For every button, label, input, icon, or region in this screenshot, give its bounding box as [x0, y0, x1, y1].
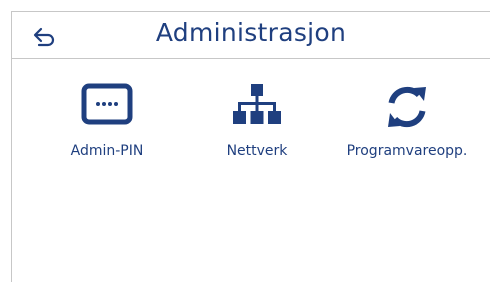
page-title: Administrasjon — [155, 18, 347, 47]
tile-network[interactable]: Nettverk — [182, 82, 332, 182]
tile-label: Nettverk — [226, 143, 288, 159]
tile-label: Admin-PIN — [70, 143, 144, 159]
sync-icon — [388, 86, 426, 128]
header-bar: Administrasjon — [12, 12, 490, 59]
tile-software-update[interactable]: Programvareopp. — [332, 82, 482, 182]
network-icon — [233, 84, 281, 124]
admin-screen: Administrasjon Admin-PIN Nettverk Progra… — [11, 11, 490, 282]
pin-entry-icon — [81, 83, 133, 125]
tile-admin-pin[interactable]: Admin-PIN — [32, 82, 182, 182]
tile-label: Programvareopp. — [346, 143, 468, 159]
